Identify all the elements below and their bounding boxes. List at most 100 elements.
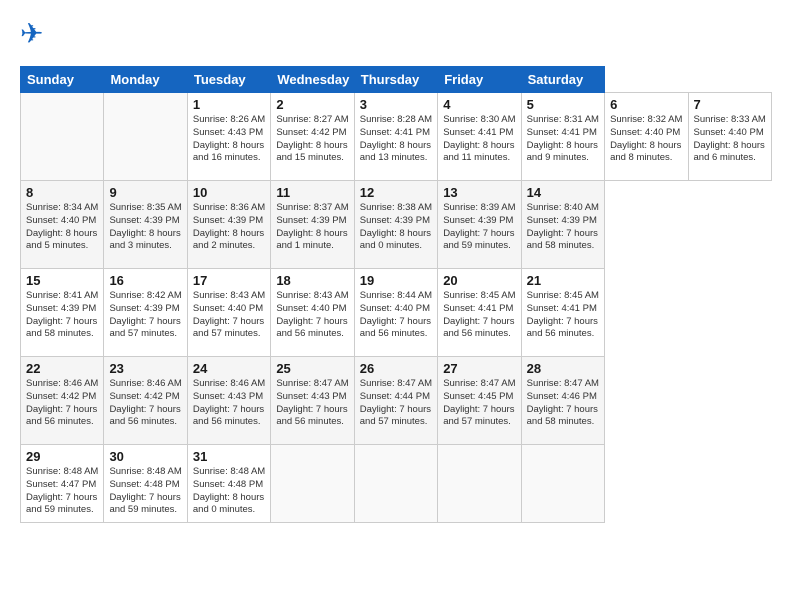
- col-header-thursday: Thursday: [354, 67, 437, 93]
- day-info: Sunrise: 8:45 AMSunset: 4:41 PMDaylight:…: [443, 290, 515, 341]
- calendar-cell: 28 Sunrise: 8:47 AMSunset: 4:46 PMDayligh…: [521, 357, 604, 445]
- calendar-cell: 4 Sunrise: 8:30 AMSunset: 4:41 PMDaylight…: [438, 93, 521, 181]
- calendar-cell: 6Sunrise: 8:32 AMSunset: 4:40 PMDaylight…: [605, 93, 688, 181]
- calendar-cell: 13 Sunrise: 8:39 AMSunset: 4:39 PMDayligh…: [438, 181, 521, 269]
- calendar-cell: 25 Sunrise: 8:47 AMSunset: 4:43 PMDayligh…: [271, 357, 354, 445]
- calendar-cell: 18 Sunrise: 8:43 AMSunset: 4:40 PMDayligh…: [271, 269, 354, 357]
- day-number: 11: [276, 185, 348, 200]
- col-header-sunday: Sunday: [21, 67, 104, 93]
- day-info: Sunrise: 8:39 AMSunset: 4:39 PMDaylight:…: [443, 202, 515, 253]
- day-number: 18: [276, 273, 348, 288]
- day-number: 28: [527, 361, 599, 376]
- day-number: 3: [360, 97, 432, 112]
- col-header-wednesday: Wednesday: [271, 67, 354, 93]
- logo: ✈: [20, 15, 62, 58]
- day-number: 26: [360, 361, 432, 376]
- day-info: Sunrise: 8:37 AMSunset: 4:39 PMDaylight:…: [276, 202, 348, 253]
- day-info: Sunrise: 8:47 AMSunset: 4:44 PMDaylight:…: [360, 378, 432, 429]
- day-number: 19: [360, 273, 432, 288]
- day-info: Sunrise: 8:31 AMSunset: 4:41 PMDaylight:…: [527, 114, 599, 165]
- day-number: 16: [109, 273, 181, 288]
- day-info: Sunrise: 8:36 AMSunset: 4:39 PMDaylight:…: [193, 202, 265, 253]
- calendar-cell: 5 Sunrise: 8:31 AMSunset: 4:41 PMDaylight…: [521, 93, 604, 181]
- day-info: Sunrise: 8:42 AMSunset: 4:39 PMDaylight:…: [109, 290, 181, 341]
- day-info: Sunrise: 8:32 AMSunset: 4:40 PMDaylight:…: [610, 114, 682, 165]
- day-info: Sunrise: 8:46 AMSunset: 4:42 PMDaylight:…: [109, 378, 181, 429]
- calendar-cell: 23 Sunrise: 8:46 AMSunset: 4:42 PMDayligh…: [104, 357, 187, 445]
- day-info: Sunrise: 8:38 AMSunset: 4:39 PMDaylight:…: [360, 202, 432, 253]
- calendar-cell: 11 Sunrise: 8:37 AMSunset: 4:39 PMDayligh…: [271, 181, 354, 269]
- calendar-cell: [438, 445, 521, 523]
- day-info: Sunrise: 8:43 AMSunset: 4:40 PMDaylight:…: [193, 290, 265, 341]
- day-number: 15: [26, 273, 98, 288]
- day-info: Sunrise: 8:30 AMSunset: 4:41 PMDaylight:…: [443, 114, 515, 165]
- day-info: Sunrise: 8:48 AMSunset: 4:48 PMDaylight:…: [193, 466, 265, 517]
- calendar-cell: [354, 445, 437, 523]
- day-info: Sunrise: 8:40 AMSunset: 4:39 PMDaylight:…: [527, 202, 599, 253]
- day-info: Sunrise: 8:33 AMSunset: 4:40 PMDaylight:…: [694, 114, 767, 165]
- day-info: Sunrise: 8:48 AMSunset: 4:47 PMDaylight:…: [26, 466, 98, 517]
- day-number: 13: [443, 185, 515, 200]
- day-info: Sunrise: 8:47 AMSunset: 4:43 PMDaylight:…: [276, 378, 348, 429]
- calendar-cell: 12 Sunrise: 8:38 AMSunset: 4:39 PMDayligh…: [354, 181, 437, 269]
- day-info: Sunrise: 8:41 AMSunset: 4:39 PMDaylight:…: [26, 290, 98, 341]
- calendar-cell: 3 Sunrise: 8:28 AMSunset: 4:41 PMDaylight…: [354, 93, 437, 181]
- day-number: 29: [26, 449, 98, 464]
- calendar-cell: 14 Sunrise: 8:40 AMSunset: 4:39 PMDayligh…: [521, 181, 604, 269]
- col-header-tuesday: Tuesday: [187, 67, 270, 93]
- day-info: Sunrise: 8:45 AMSunset: 4:41 PMDaylight:…: [527, 290, 599, 341]
- day-info: Sunrise: 8:47 AMSunset: 4:45 PMDaylight:…: [443, 378, 515, 429]
- calendar-cell: 9 Sunrise: 8:35 AMSunset: 4:39 PMDaylight…: [104, 181, 187, 269]
- day-info: Sunrise: 8:46 AMSunset: 4:42 PMDaylight:…: [26, 378, 98, 429]
- day-info: Sunrise: 8:28 AMSunset: 4:41 PMDaylight:…: [360, 114, 432, 165]
- calendar-cell: 19 Sunrise: 8:44 AMSunset: 4:40 PMDayligh…: [354, 269, 437, 357]
- day-info: Sunrise: 8:27 AMSunset: 4:42 PMDaylight:…: [276, 114, 348, 165]
- calendar-cell: 1Sunrise: 8:26 AMSunset: 4:43 PMDaylight…: [187, 93, 270, 181]
- day-number: 20: [443, 273, 515, 288]
- day-number: 25: [276, 361, 348, 376]
- calendar-cell: 30 Sunrise: 8:48 AMSunset: 4:48 PMDayligh…: [104, 445, 187, 523]
- day-number: 7: [694, 97, 767, 112]
- calendar-cell: [104, 93, 187, 181]
- day-number: 4: [443, 97, 515, 112]
- day-number: 31: [193, 449, 265, 464]
- calendar-cell: [521, 445, 604, 523]
- day-number: 2: [276, 97, 348, 112]
- calendar-cell: 7 Sunrise: 8:33 AMSunset: 4:40 PMDaylight…: [688, 93, 772, 181]
- day-info: Sunrise: 8:35 AMSunset: 4:39 PMDaylight:…: [109, 202, 181, 253]
- calendar-cell: 27Sunrise: 8:47 AMSunset: 4:45 PMDayligh…: [438, 357, 521, 445]
- day-number: 9: [109, 185, 181, 200]
- day-info: Sunrise: 8:43 AMSunset: 4:40 PMDaylight:…: [276, 290, 348, 341]
- calendar-cell: 2 Sunrise: 8:27 AMSunset: 4:42 PMDaylight…: [271, 93, 354, 181]
- day-number: 30: [109, 449, 181, 464]
- calendar-cell: 17 Sunrise: 8:43 AMSunset: 4:40 PMDayligh…: [187, 269, 270, 357]
- day-number: 14: [527, 185, 599, 200]
- day-number: 12: [360, 185, 432, 200]
- col-header-saturday: Saturday: [521, 67, 604, 93]
- day-info: Sunrise: 8:48 AMSunset: 4:48 PMDaylight:…: [109, 466, 181, 517]
- calendar-cell: [21, 93, 104, 181]
- logo-icon: ✈: [20, 15, 58, 58]
- day-number: 17: [193, 273, 265, 288]
- day-number: 8: [26, 185, 98, 200]
- day-number: 5: [527, 97, 599, 112]
- calendar-cell: 16 Sunrise: 8:42 AMSunset: 4:39 PMDayligh…: [104, 269, 187, 357]
- calendar: SundayMondayTuesdayWednesdayThursdayFrid…: [20, 66, 772, 523]
- calendar-cell: 26 Sunrise: 8:47 AMSunset: 4:44 PMDayligh…: [354, 357, 437, 445]
- calendar-cell: 8 Sunrise: 8:34 AMSunset: 4:40 PMDaylight…: [21, 181, 104, 269]
- day-number: 23: [109, 361, 181, 376]
- day-info: Sunrise: 8:34 AMSunset: 4:40 PMDaylight:…: [26, 202, 98, 253]
- calendar-cell: 10 Sunrise: 8:36 AMSunset: 4:39 PMDayligh…: [187, 181, 270, 269]
- page: ✈ SundayMondayTuesdayWednesdayThursdayFr…: [0, 0, 792, 612]
- calendar-cell: 22 Sunrise: 8:46 AMSunset: 4:42 PMDayligh…: [21, 357, 104, 445]
- day-info: Sunrise: 8:44 AMSunset: 4:40 PMDaylight:…: [360, 290, 432, 341]
- day-info: Sunrise: 8:46 AMSunset: 4:43 PMDaylight:…: [193, 378, 265, 429]
- day-number: 10: [193, 185, 265, 200]
- day-number: 22: [26, 361, 98, 376]
- calendar-cell: 31 Sunrise: 8:48 AMSunset: 4:48 PMDayligh…: [187, 445, 270, 523]
- calendar-cell: 21Sunrise: 8:45 AMSunset: 4:41 PMDayligh…: [521, 269, 604, 357]
- calendar-cell: 24 Sunrise: 8:46 AMSunset: 4:43 PMDayligh…: [187, 357, 270, 445]
- svg-text:✈: ✈: [20, 18, 43, 49]
- day-number: 24: [193, 361, 265, 376]
- day-info: Sunrise: 8:47 AMSunset: 4:46 PMDaylight:…: [527, 378, 599, 429]
